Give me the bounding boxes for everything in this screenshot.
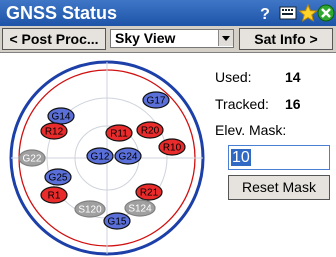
sat-info-button[interactable]: Sat Info >	[239, 28, 333, 50]
tracked-value: 16	[285, 96, 301, 112]
view-select-value: Sky View	[115, 30, 176, 46]
used-value: 14	[285, 69, 301, 85]
satellite-g12: G12	[86, 147, 114, 165]
satellite-s124: S124	[124, 199, 156, 217]
satellite-r21: R21	[135, 183, 163, 201]
satellite-s120: S120	[74, 200, 106, 218]
satellite-g22: G22	[18, 149, 46, 167]
sky-plot: G17 G14 R12 R11 R20R10 G22 G12 G24 G25 R21 R1 S120 S…	[9, 60, 205, 256]
satellite-label: G25	[49, 173, 68, 184]
satellite-label: S120	[78, 205, 102, 216]
satellite-g15: G15	[103, 212, 131, 230]
close-icon[interactable]	[316, 3, 336, 23]
help-icon[interactable]: ?	[255, 3, 275, 23]
svg-text:?: ?	[260, 6, 270, 23]
elev-mask-input[interactable]: 10	[228, 145, 330, 170]
app-title: GNSS Status	[6, 3, 118, 23]
satellite-r10: R10	[158, 138, 186, 156]
title-bar: GNSS Status ?	[0, 0, 336, 26]
satellite-r1: R1	[40, 186, 68, 204]
satellite-g14: G14	[47, 107, 75, 125]
reset-mask-button[interactable]: Reset Mask	[228, 175, 330, 200]
satellite-label: G24	[119, 152, 138, 163]
satellite-label: G17	[147, 96, 166, 107]
view-select[interactable]: Sky View	[110, 29, 234, 48]
satellite-label: G14	[52, 112, 71, 123]
satellite-label: R20	[141, 126, 160, 137]
favorites-icon[interactable]	[298, 3, 318, 23]
chevron-down-icon[interactable]	[218, 30, 233, 46]
post-proc-button[interactable]: < Post Proc...	[2, 28, 106, 50]
satellite-label: G15	[108, 217, 127, 228]
tracked-label: Tracked:	[215, 96, 269, 112]
satellite-label: R1	[48, 191, 61, 202]
satellite-label: R12	[45, 127, 64, 138]
satellite-r12: R12	[40, 122, 68, 140]
satellite-label: R10	[163, 143, 182, 154]
satellite-r11: R11	[105, 124, 133, 142]
satellite-label: S124	[128, 204, 152, 215]
keyboard-icon[interactable]	[278, 3, 298, 23]
satellite-g25: G25	[44, 168, 72, 186]
satellite-label: G12	[91, 152, 110, 163]
satellite-g24: G24	[114, 147, 142, 165]
satellite-markers: G17 G14 R12 R11 R20R10 G22 G12 G24 G25 R21 R1 S120 S…	[18, 91, 186, 230]
satellite-r20: R20	[136, 121, 164, 139]
satellite-label: R11	[110, 129, 128, 140]
elev-mask-label: Elev. Mask:	[215, 122, 287, 138]
satellite-g17: G17	[142, 91, 170, 109]
used-label: Used:	[215, 69, 252, 85]
satellite-label: R21	[140, 188, 159, 199]
elev-mask-value: 10	[231, 149, 251, 166]
satellite-label: G22	[23, 154, 42, 165]
